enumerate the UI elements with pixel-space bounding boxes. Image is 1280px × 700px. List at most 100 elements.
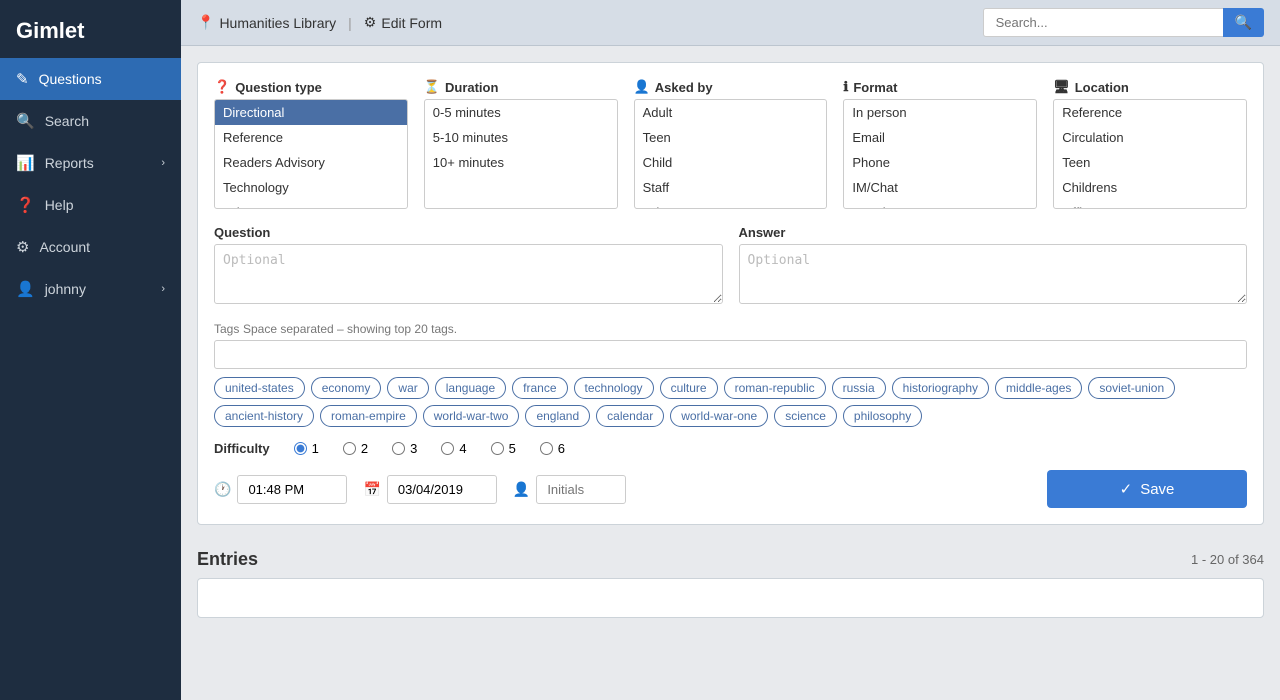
location-pin-icon: 📍 xyxy=(197,14,214,31)
tag-pill[interactable]: middle-ages xyxy=(995,377,1082,399)
tag-cloud: united-states economy war language franc… xyxy=(214,377,1247,427)
list-item[interactable]: Reference xyxy=(1054,100,1246,125)
calendar-icon: 📅 xyxy=(363,481,380,498)
list-item[interactable]: Office xyxy=(1054,200,1246,209)
tag-pill[interactable]: russia xyxy=(832,377,886,399)
list-item[interactable]: Reference xyxy=(215,125,407,150)
tag-pill[interactable]: england xyxy=(525,405,590,427)
duration-list[interactable]: 0-5 minutes 5-10 minutes 10+ minutes xyxy=(424,99,618,209)
location-list[interactable]: Reference Circulation Teen Childrens Off… xyxy=(1053,99,1247,209)
topbar: 📍 Humanities Library | ⚙ Edit Form 🔍 xyxy=(181,0,1280,46)
difficulty-option-6[interactable]: 6 xyxy=(540,441,565,456)
tag-pill[interactable]: technology xyxy=(574,377,654,399)
format-icon: ℹ xyxy=(843,79,848,95)
tag-pill[interactable]: world-war-one xyxy=(670,405,768,427)
list-item[interactable]: Readers Advisory xyxy=(215,150,407,175)
list-item[interactable]: Email xyxy=(844,125,1036,150)
list-item[interactable]: Circulation xyxy=(1054,125,1246,150)
library-name: Humanities Library xyxy=(219,15,336,31)
list-item[interactable]: Staff xyxy=(635,175,827,200)
sidebar-item-johnny[interactable]: 👤 johnny › xyxy=(0,268,181,310)
difficulty-option-2[interactable]: 2 xyxy=(343,441,368,456)
tag-pill[interactable]: language xyxy=(435,377,506,399)
time-input[interactable] xyxy=(237,475,347,504)
tag-pill[interactable]: roman-empire xyxy=(320,405,417,427)
list-item[interactable]: Other xyxy=(215,200,407,209)
search-input[interactable] xyxy=(983,8,1223,37)
list-item[interactable]: IM/Chat xyxy=(844,175,1036,200)
user-icon: 👤 xyxy=(16,280,35,298)
tag-pill[interactable]: culture xyxy=(660,377,718,399)
tag-pill[interactable]: roman-republic xyxy=(724,377,826,399)
list-item[interactable]: Other xyxy=(635,200,827,209)
reports-icon: 📊 xyxy=(16,154,35,172)
sidebar-item-reports-label: Reports xyxy=(45,155,94,171)
initials-input[interactable] xyxy=(536,475,626,504)
difficulty-option-4[interactable]: 4 xyxy=(441,441,466,456)
difficulty-option-1[interactable]: 1 xyxy=(294,441,319,456)
list-item[interactable]: Directional xyxy=(215,100,407,125)
answer-textarea[interactable] xyxy=(739,244,1248,304)
tag-pill[interactable]: france xyxy=(512,377,567,399)
list-item[interactable]: Technology xyxy=(215,175,407,200)
topbar-divider: | xyxy=(348,15,352,31)
difficulty-option-5[interactable]: 5 xyxy=(491,441,516,456)
tag-pill[interactable]: united-states xyxy=(214,377,305,399)
format-list[interactable]: In person Email Phone IM/Chat Appointmen… xyxy=(843,99,1037,209)
list-item[interactable]: Teen xyxy=(1054,150,1246,175)
tag-pill[interactable]: war xyxy=(387,377,428,399)
entries-header: Entries 1 - 20 of 364 xyxy=(197,541,1264,578)
location-filter-icon: 🖥 xyxy=(1053,79,1070,95)
search-button[interactable]: 🔍 xyxy=(1223,8,1264,37)
tag-pill[interactable]: philosophy xyxy=(843,405,922,427)
sidebar-item-account-label: Account xyxy=(39,239,90,255)
answer-field: Answer xyxy=(739,225,1248,307)
list-item[interactable]: 0-5 minutes xyxy=(425,100,617,125)
duration-filter: ⏳ Duration 0-5 minutes 5-10 minutes 10+ … xyxy=(424,79,618,209)
search-icon: 🔍 xyxy=(16,112,35,130)
tags-sublabel: Space separated – showing top 20 tags. xyxy=(243,322,457,336)
tag-pill[interactable]: soviet-union xyxy=(1088,377,1175,399)
tags-input[interactable] xyxy=(214,340,1247,369)
sidebar-item-questions[interactable]: ✎ Questions xyxy=(0,58,181,100)
duration-icon: ⏳ xyxy=(424,79,440,95)
sidebar-item-reports[interactable]: 📊 Reports › xyxy=(0,142,181,184)
list-item[interactable]: Teen xyxy=(635,125,827,150)
tag-pill[interactable]: historiography xyxy=(892,377,989,399)
tag-pill[interactable]: economy xyxy=(311,377,382,399)
list-item[interactable]: Phone xyxy=(844,150,1036,175)
list-item[interactable]: Adult xyxy=(635,100,827,125)
clock-icon: 🕐 xyxy=(214,481,231,498)
time-field: 🕐 xyxy=(214,475,347,504)
list-item[interactable]: Appointment xyxy=(844,200,1036,209)
edit-form-label: Edit Form xyxy=(381,15,442,31)
save-button[interactable]: ✓ Save xyxy=(1047,470,1247,508)
edit-form-link[interactable]: ⚙ Edit Form xyxy=(364,14,442,31)
list-item[interactable]: Child xyxy=(635,150,827,175)
tag-pill[interactable]: ancient-history xyxy=(214,405,314,427)
questions-icon: ✎ xyxy=(16,70,29,88)
sidebar-item-account[interactable]: ⚙ Account xyxy=(0,226,181,268)
sidebar-item-help[interactable]: ❓ Help xyxy=(0,184,181,226)
list-item[interactable]: In person xyxy=(844,100,1036,125)
checkmark-icon: ✓ xyxy=(1120,480,1133,498)
date-input[interactable] xyxy=(387,475,497,504)
sidebar-item-search-label: Search xyxy=(45,113,89,129)
list-item[interactable]: Childrens xyxy=(1054,175,1246,200)
question-type-list[interactable]: Directional Reference Readers Advisory T… xyxy=(214,99,408,209)
tag-pill[interactable]: world-war-two xyxy=(423,405,520,427)
list-item[interactable]: 10+ minutes xyxy=(425,150,617,175)
asked-by-list[interactable]: Adult Teen Child Staff Other xyxy=(634,99,828,209)
sidebar-item-search[interactable]: 🔍 Search xyxy=(0,100,181,142)
tag-pill[interactable]: science xyxy=(774,405,837,427)
tag-pill[interactable]: calendar xyxy=(596,405,664,427)
date-field: 📅 xyxy=(363,475,496,504)
duration-label: ⏳ Duration xyxy=(424,79,618,95)
list-item[interactable]: 5-10 minutes xyxy=(425,125,617,150)
sidebar-item-questions-label: Questions xyxy=(39,71,102,87)
question-field: Question xyxy=(214,225,723,307)
edit-form-icon: ⚙ xyxy=(364,14,377,31)
sidebar: Gimlet ✎ Questions 🔍 Search 📊 Reports › … xyxy=(0,0,181,700)
difficulty-option-3[interactable]: 3 xyxy=(392,441,417,456)
question-textarea[interactable] xyxy=(214,244,723,304)
